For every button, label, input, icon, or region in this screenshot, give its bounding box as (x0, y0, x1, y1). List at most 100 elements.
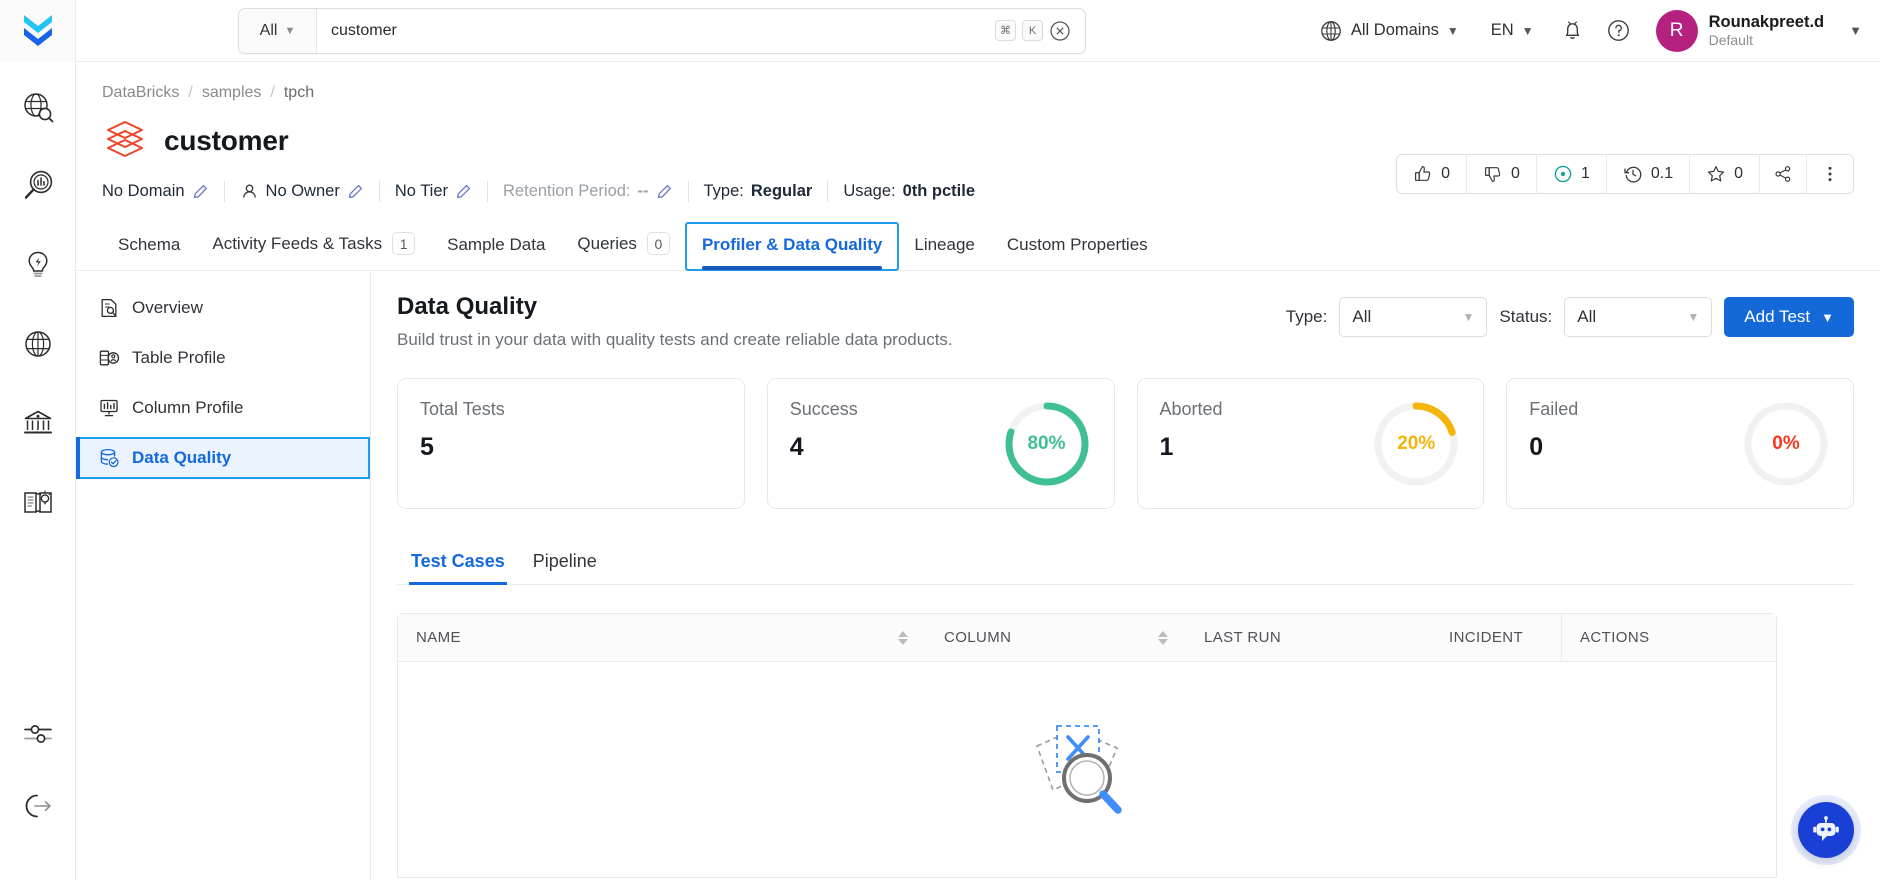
tab-label: Profiler & Data Quality (701, 235, 883, 254)
aborted-percent: 20% (1397, 433, 1436, 455)
version-button[interactable]: 0.1 (1607, 155, 1691, 193)
user-menu[interactable]: R Rounakpreet.d Default ▼ (1642, 9, 1862, 52)
tab-activity-feeds-tasks[interactable]: Activity Feeds & Tasks 1 (196, 220, 431, 270)
sort-toggle-name[interactable] (898, 630, 908, 645)
column-profile-icon (100, 399, 118, 417)
status-filter-value: All (1577, 307, 1597, 326)
user-icon (242, 184, 256, 198)
sidebar-item-overview[interactable]: Overview (76, 287, 370, 329)
breadcrumb-item-1[interactable]: samples (202, 84, 262, 102)
sidebar-item-column-profile[interactable]: Column Profile (76, 387, 370, 429)
share-button[interactable] (1760, 155, 1807, 193)
meta-divider (827, 181, 829, 202)
edit-pencil-icon[interactable] (347, 183, 364, 200)
add-test-button[interactable]: Add Test ▼ (1724, 297, 1854, 337)
tab-sample-data[interactable]: Sample Data (431, 223, 561, 270)
meta-tier[interactable]: No Tier (395, 182, 487, 201)
rail-item-insights[interactable] (15, 242, 61, 288)
meta-divider (223, 181, 225, 202)
stat-card-total-tests: Total Tests 5 (397, 378, 745, 510)
sidebar-item-label: Data Quality (132, 448, 232, 467)
type-filter-select[interactable]: All ▼ (1339, 297, 1488, 337)
bell-icon (1565, 21, 1580, 39)
profiler-subnav: Overview Table Profile Column Profile Da… (76, 271, 371, 880)
language-selector[interactable]: EN ▼ (1475, 21, 1550, 40)
column-header-label: LAST RUN (1204, 629, 1282, 647)
rail-item-governance[interactable] (15, 400, 61, 446)
tab-count: 1 (392, 232, 416, 255)
announcement-button[interactable]: 1 (1537, 155, 1607, 193)
subtab-test-cases[interactable]: Test Cases (397, 541, 519, 586)
downvote-button[interactable]: 0 (1467, 155, 1537, 193)
tab-schema[interactable]: Schema (102, 223, 196, 270)
rail-item-explore[interactable] (15, 84, 61, 130)
rail-item-settings[interactable] (15, 711, 61, 757)
breadcrumb-separator: / (270, 84, 275, 101)
domain-selector[interactable]: All Domains ▼ (1303, 19, 1475, 43)
openmetadata-logo-icon (23, 14, 52, 46)
rail-item-observability[interactable] (15, 163, 61, 209)
follow-count: 0 (1734, 165, 1743, 182)
meta-retention[interactable]: Retention Period: -- (503, 182, 688, 201)
avatar: R (1655, 9, 1698, 52)
stat-cards: Total Tests 5 Success 4 80% Aborted 1 20… (397, 378, 1854, 510)
close-circle-icon[interactable] (1049, 20, 1071, 42)
follow-button[interactable]: 0 (1690, 155, 1760, 193)
open-book-idea-icon (23, 490, 52, 513)
meta-type-label: Type: (703, 182, 744, 200)
sidebar-item-table-profile[interactable]: Table Profile (76, 337, 370, 379)
chatbot-button[interactable] (1798, 802, 1854, 858)
breadcrumb-item-0[interactable]: DataBricks (102, 84, 179, 102)
column-header-label: COLUMN (944, 629, 1012, 647)
upvote-button[interactable]: 0 (1397, 155, 1468, 193)
data-quality-panel: Data Quality Build trust in your data wi… (371, 271, 1880, 880)
stat-label: Success (789, 399, 858, 420)
sort-toggle-column[interactable] (1158, 630, 1168, 645)
upvote-count: 0 (1441, 165, 1451, 182)
stat-card-success: Success 4 80% (766, 378, 1115, 510)
edit-pencil-icon[interactable] (455, 183, 472, 200)
robot-icon (1813, 816, 1839, 841)
tab-lineage[interactable]: Lineage (898, 223, 991, 270)
subtab-pipeline[interactable]: Pipeline (519, 541, 611, 584)
global-search[interactable]: All ▼ ⌘ K (238, 7, 1086, 54)
rail-item-logout[interactable] (15, 783, 61, 829)
search-input[interactable] (317, 8, 995, 53)
meta-divider (378, 181, 380, 202)
user-name-block: Rounakpreet.d Default (1709, 12, 1825, 49)
search-scope-dropdown[interactable]: All ▼ (239, 8, 317, 53)
meta-domain[interactable]: No Domain (102, 182, 224, 201)
success-percent: 80% (1027, 433, 1066, 455)
sidebar-item-data-quality[interactable]: Data Quality (76, 437, 370, 479)
tab-queries[interactable]: Queries 0 (561, 220, 686, 270)
app-logo[interactable] (0, 0, 76, 62)
chevron-down-icon: ▼ (1687, 310, 1700, 324)
failed-donut-chart: 0% (1741, 399, 1831, 489)
subtab-label: Pipeline (532, 551, 597, 572)
breadcrumb-item-2[interactable]: tpch (284, 84, 314, 102)
column-header-label: INCIDENT (1449, 629, 1524, 647)
tab-profiler-data-quality[interactable]: Profiler & Data Quality (684, 222, 900, 271)
entity-tabs: Schema Activity Feeds & Tasks 1 Sample D… (76, 220, 1880, 271)
help-button[interactable] (1596, 8, 1642, 54)
column-header-actions: ACTIONS (1561, 614, 1776, 662)
more-options-button[interactable] (1807, 155, 1853, 193)
rail-item-glossary[interactable] (15, 479, 61, 525)
tab-custom-properties[interactable]: Custom Properties (991, 223, 1164, 270)
meta-owner[interactable]: No Owner (240, 182, 379, 201)
downvote-count: 0 (1511, 165, 1520, 182)
status-filter-select[interactable]: All ▼ (1564, 297, 1713, 337)
success-donut-chart: 80% (1002, 399, 1092, 489)
edit-pencil-icon[interactable] (656, 183, 673, 200)
chevron-down-icon: ▼ (1462, 310, 1475, 324)
rail-item-domains[interactable] (15, 321, 61, 367)
stat-value: 5 (420, 433, 434, 462)
edit-pencil-icon[interactable] (192, 183, 209, 200)
tab-label: Sample Data (447, 235, 546, 254)
notifications-button[interactable] (1550, 8, 1596, 54)
stat-card-body: Aborted 1 (1160, 399, 1223, 462)
status-filter-label: Status: (1499, 307, 1553, 326)
stat-value: 0 (1529, 433, 1544, 462)
panel-header: Data Quality Build trust in your data wi… (397, 293, 1854, 352)
app-root: All ▼ ⌘ K All Domains ▼ (0, 0, 1880, 880)
